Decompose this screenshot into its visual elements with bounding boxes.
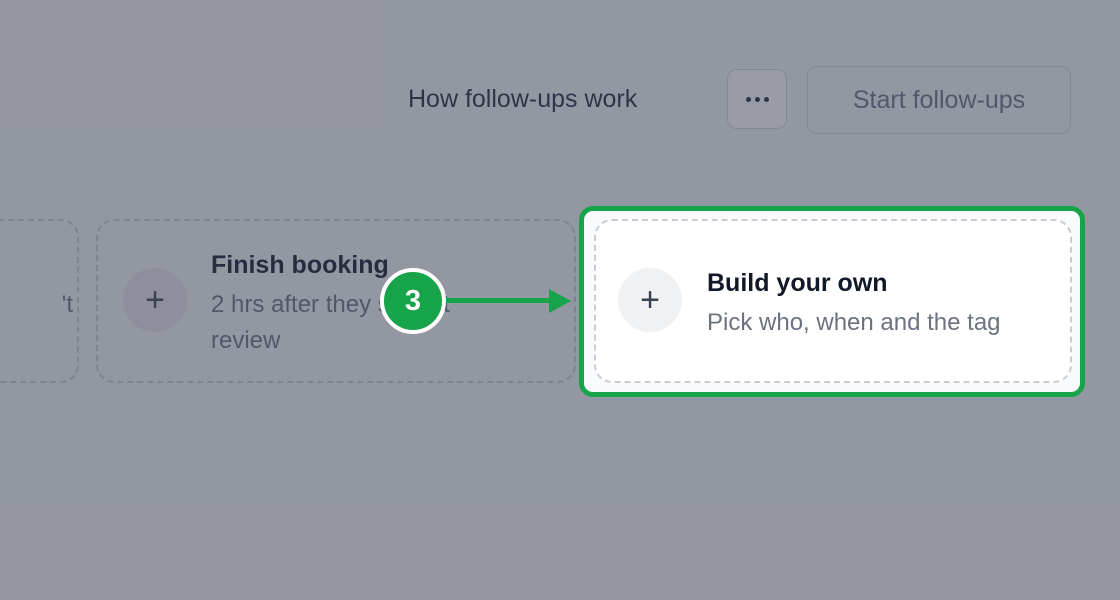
arrow-right-icon bbox=[549, 289, 571, 313]
template-card-build-your-own[interactable]: + Build your own Pick who, when and the … bbox=[594, 219, 1072, 383]
tour-arrow-line bbox=[440, 298, 552, 303]
how-follow-ups-work-link[interactable]: How follow-ups work bbox=[408, 80, 637, 118]
ellipsis-icon-dot bbox=[754, 96, 760, 102]
tour-step-badge: 3 bbox=[380, 268, 446, 334]
start-follow-ups-button[interactable]: Start follow-ups bbox=[807, 66, 1071, 134]
plus-icon: + bbox=[618, 268, 682, 332]
card-title: Finish booking bbox=[211, 251, 389, 279]
card-title: Build your own bbox=[707, 269, 888, 297]
card-description: Pick who, when and the tag bbox=[707, 309, 1001, 336]
ellipsis-icon bbox=[745, 96, 751, 102]
more-options-button[interactable] bbox=[727, 69, 787, 129]
ellipsis-icon-dot bbox=[763, 96, 769, 102]
template-card-partial[interactable]: 't bbox=[0, 219, 79, 383]
plus-icon: + bbox=[123, 268, 187, 332]
partial-card-text: 't bbox=[61, 291, 73, 318]
